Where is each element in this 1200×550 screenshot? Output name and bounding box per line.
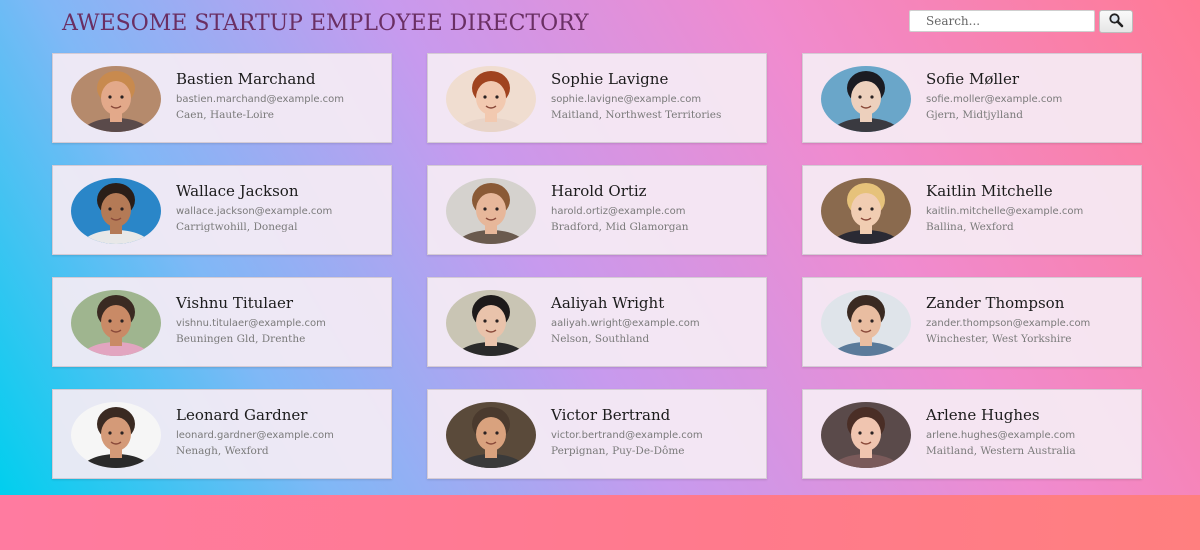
employee-name: Aaliyah Wright: [551, 294, 665, 312]
employee-card[interactable]: Sophie Lavigne sophie.lavigne@example.com…: [427, 53, 767, 143]
employee-name: Harold Ortiz: [551, 182, 647, 200]
page-footer-band: [0, 495, 1200, 550]
employee-location: Caen, Haute-Loire: [176, 109, 274, 121]
employee-card[interactable]: Kaitlin Mitchelle kaitlin.mitchelle@examp…: [802, 165, 1142, 255]
avatar: [71, 290, 161, 356]
avatar: [446, 66, 536, 132]
avatar: [446, 402, 536, 468]
employee-location: Winchester, West Yorkshire: [926, 333, 1072, 345]
employee-name: Wallace Jackson: [176, 182, 299, 200]
avatar: [71, 402, 161, 468]
employee-card[interactable]: Wallace Jackson wallace.jackson@example.c…: [52, 165, 392, 255]
avatar: [821, 66, 911, 132]
employee-email: sofie.moller@example.com: [926, 94, 1063, 105]
employee-location: Nelson, Southland: [551, 333, 650, 345]
employee-location: Bradford, Mid Glamorgan: [551, 221, 689, 233]
employee-card[interactable]: Aaliyah Wright aaliyah.wright@example.com…: [427, 277, 767, 367]
employee-card[interactable]: Harold Ortiz harold.ortiz@example.com Brad…: [427, 165, 767, 255]
avatar: [446, 178, 536, 244]
employee-card[interactable]: Sofie Møller sofie.moller@example.com Gjer…: [802, 53, 1142, 143]
employee-card[interactable]: Bastien Marchand bastien.marchand@example…: [52, 53, 392, 143]
employee-location: Nenagh, Wexford: [176, 445, 269, 457]
employee-email: vishnu.titulaer@example.com: [176, 318, 326, 329]
employee-card[interactable]: Vishnu Titulaer vishnu.titulaer@example.c…: [52, 277, 392, 367]
employee-email: victor.bertrand@example.com: [551, 430, 703, 441]
employee-email: arlene.hughes@example.com: [926, 430, 1076, 441]
employee-email: harold.ortiz@example.com: [551, 206, 686, 217]
employee-name: Zander Thompson: [926, 294, 1065, 312]
employee-card[interactable]: Arlene Hughes arlene.hughes@example.com Ma…: [802, 389, 1142, 479]
avatar: [821, 402, 911, 468]
employee-email: kaitlin.mitchelle@example.com: [926, 206, 1084, 217]
employee-location: Perpignan, Puy-De-Dôme: [551, 445, 685, 457]
employee-email: bastien.marchand@example.com: [176, 94, 345, 105]
employee-location: Maitland, Western Australia: [926, 445, 1076, 457]
employee-name: Leonard Gardner: [176, 406, 308, 424]
employee-email: wallace.jackson@example.com: [176, 206, 333, 217]
employee-card[interactable]: Victor Bertrand victor.bertrand@example.c…: [427, 389, 767, 479]
avatar: [821, 178, 911, 244]
employee-name: Sophie Lavigne: [551, 70, 669, 88]
employee-card[interactable]: Zander Thompson zander.thompson@example.c…: [802, 277, 1142, 367]
employee-email: sophie.lavigne@example.com: [551, 94, 702, 105]
avatar: [446, 290, 536, 356]
employee-email: leonard.gardner@example.com: [176, 430, 334, 441]
employee-card[interactable]: Leonard Gardner leonard.gardner@example.c…: [52, 389, 392, 479]
employee-location: Maitland, Northwest Territories: [551, 109, 722, 121]
avatar: [71, 178, 161, 244]
employee-name: Bastien Marchand: [176, 70, 316, 88]
employee-name: Vishnu Titulaer: [176, 294, 294, 312]
employee-location: Gjern, Midtjylland: [926, 109, 1024, 121]
employee-name: Sofie Møller: [926, 70, 1019, 88]
employee-location: Ballina, Wexford: [926, 221, 1014, 233]
employee-email: aaliyah.wright@example.com: [551, 318, 700, 329]
employee-email: zander.thompson@example.com: [926, 318, 1091, 329]
employee-name: Victor Bertrand: [551, 406, 671, 424]
avatar: [821, 290, 911, 356]
employee-location: Carrigtwohill, Donegal: [176, 221, 298, 233]
employee-grid: Bastien Marchand bastien.marchand@example…: [0, 0, 1200, 495]
avatar: [71, 66, 161, 132]
employee-name: Kaitlin Mitchelle: [926, 182, 1053, 200]
employee-name: Arlene Hughes: [926, 406, 1040, 424]
employee-location: Beuningen Gld, Drenthe: [176, 333, 306, 345]
